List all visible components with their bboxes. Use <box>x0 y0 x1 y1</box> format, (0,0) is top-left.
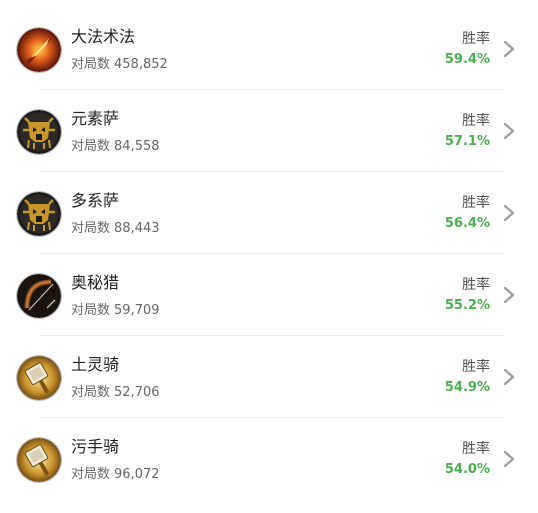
winrate-label: 胜率 <box>462 195 490 211</box>
deck-row[interactable]: 污手骑 对局数 96,072 胜率 54.0% <box>0 418 538 500</box>
chevron-right-icon[interactable] <box>502 122 516 140</box>
games-count: 对局数 96,072 <box>71 466 160 484</box>
games-count: 对局数 52,706 <box>71 384 160 402</box>
deck-list: 大法术法 对局数 458,852 胜率 59.4% 元素萨 对局数 84,558 胜… <box>0 8 538 500</box>
chevron-right-icon[interactable] <box>502 368 516 386</box>
deck-name: 污手骑 <box>71 437 120 456</box>
winrate-value: 54.0% <box>444 462 490 477</box>
winrate-label: 胜率 <box>462 359 490 375</box>
games-count: 对局数 458,852 <box>71 56 168 74</box>
games-label: 对局数 <box>71 221 111 236</box>
winrate-label: 胜率 <box>462 113 490 129</box>
winrate-label: 胜率 <box>462 441 490 457</box>
deck-row[interactable]: 大法术法 对局数 458,852 胜率 59.4% <box>0 8 538 90</box>
deck-row[interactable]: 元素萨 对局数 84,558 胜率 57.1% <box>0 90 538 172</box>
games-value: 458,852 <box>114 57 168 72</box>
games-label: 对局数 <box>71 303 111 318</box>
deck-name: 多系萨 <box>71 191 120 210</box>
chevron-right-icon[interactable] <box>502 40 516 58</box>
winrate-label: 胜率 <box>462 277 490 293</box>
deck-row[interactable]: 多系萨 对局数 88,443 胜率 56.4% <box>0 172 538 254</box>
deck-row[interactable]: 奥秘猎 对局数 59,709 胜率 55.2% <box>0 254 538 336</box>
games-count: 对局数 88,443 <box>71 220 160 238</box>
games-value: 59,709 <box>114 303 160 318</box>
fire-spell-icon <box>17 28 61 72</box>
games-value: 52,706 <box>114 385 160 400</box>
hammer-icon <box>17 356 61 400</box>
deck-name: 土灵骑 <box>71 355 120 374</box>
games-count: 对局数 84,558 <box>71 138 160 156</box>
games-label: 对局数 <box>71 57 111 72</box>
games-label: 对局数 <box>71 467 111 482</box>
deck-name: 元素萨 <box>71 109 120 128</box>
deck-name: 大法术法 <box>71 27 136 46</box>
games-label: 对局数 <box>71 385 111 400</box>
games-value: 84,558 <box>114 139 160 154</box>
bow-icon <box>17 274 61 318</box>
deck-name: 奥秘猎 <box>71 273 120 292</box>
winrate-label: 胜率 <box>462 31 490 47</box>
winrate-value: 59.4% <box>444 52 490 67</box>
winrate-value: 57.1% <box>444 134 490 149</box>
totem-icon <box>17 192 61 236</box>
chevron-right-icon[interactable] <box>502 204 516 222</box>
totem-icon <box>17 110 61 154</box>
winrate-value: 54.9% <box>444 380 490 395</box>
games-label: 对局数 <box>71 139 111 154</box>
hammer-icon <box>17 438 61 482</box>
deck-row[interactable]: 土灵骑 对局数 52,706 胜率 54.9% <box>0 336 538 418</box>
games-value: 96,072 <box>114 467 160 482</box>
winrate-value: 56.4% <box>444 216 490 231</box>
chevron-right-icon[interactable] <box>502 286 516 304</box>
chevron-right-icon[interactable] <box>502 450 516 468</box>
games-count: 对局数 59,709 <box>71 302 160 320</box>
games-value: 88,443 <box>114 221 160 236</box>
winrate-value: 55.2% <box>444 298 490 313</box>
